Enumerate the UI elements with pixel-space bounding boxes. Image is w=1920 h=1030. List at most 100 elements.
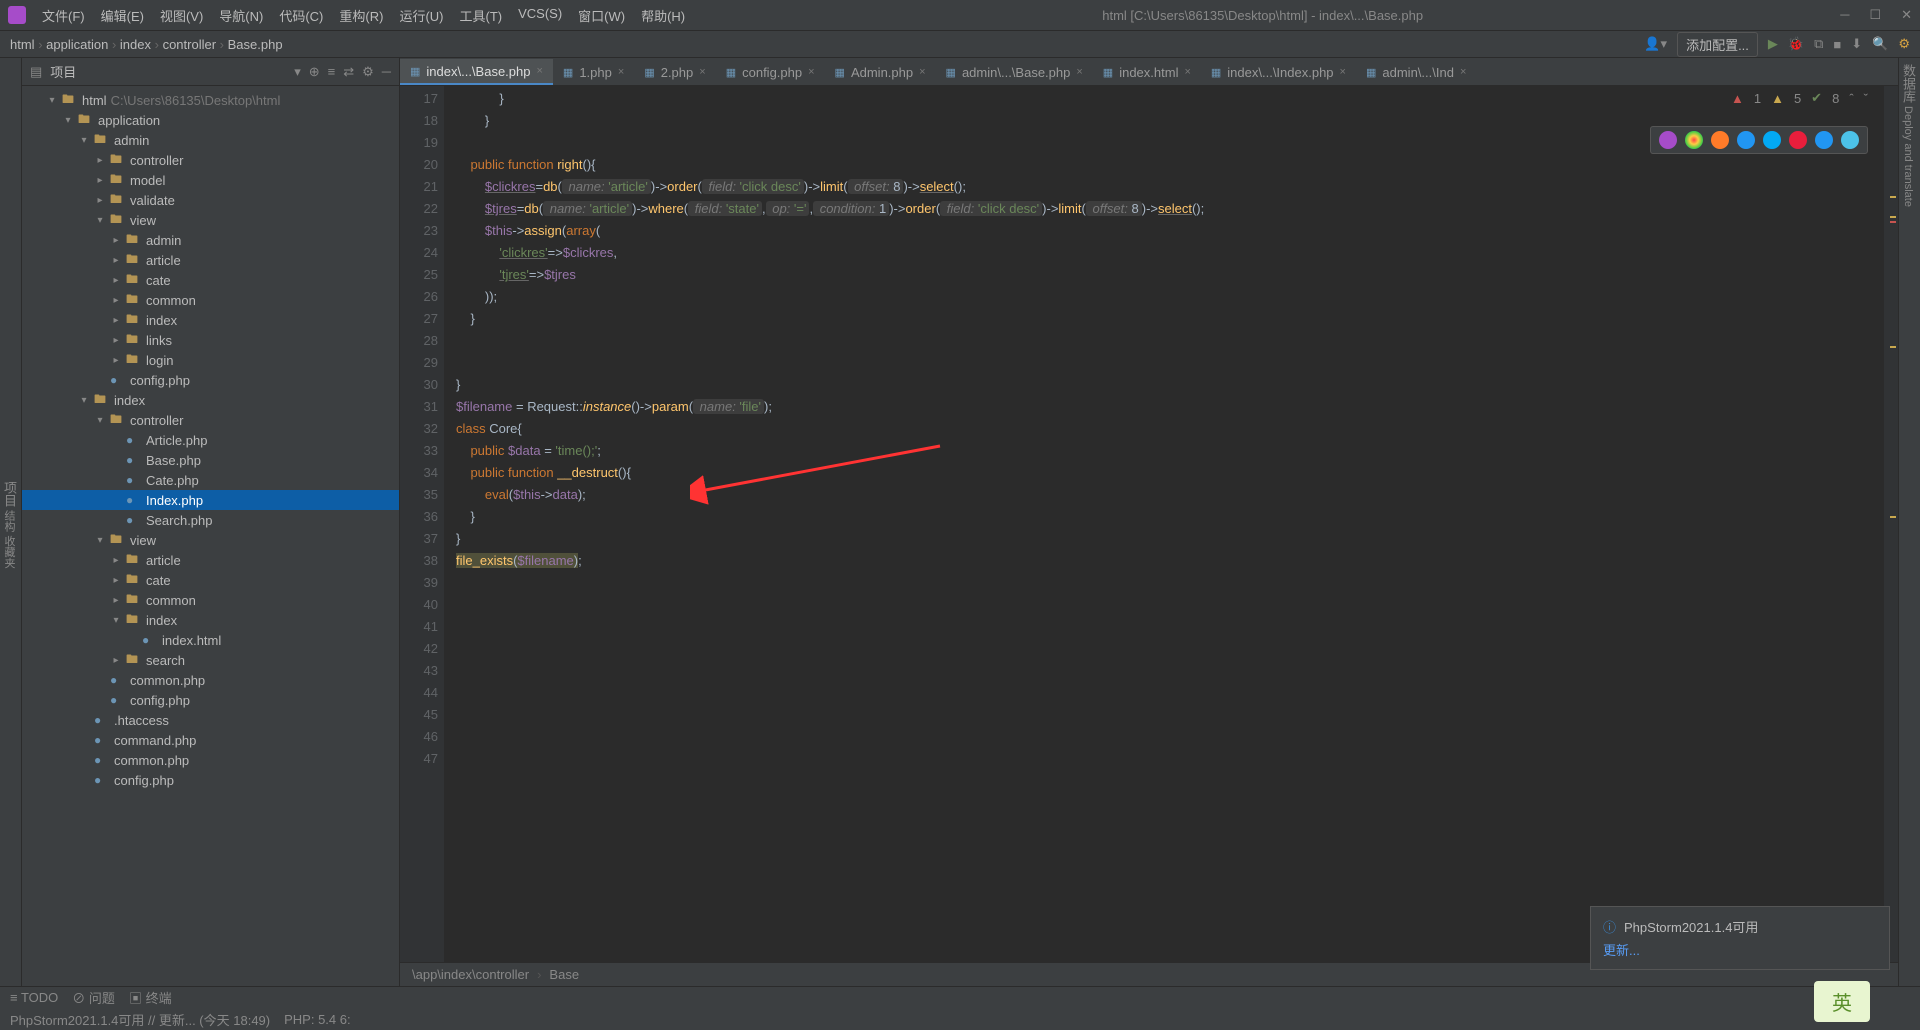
error-stripe[interactable] bbox=[1884, 86, 1898, 962]
menu-item[interactable]: 代码(C) bbox=[279, 6, 323, 25]
tree-node[interactable]: ●Base.php bbox=[22, 450, 399, 470]
chevron-icon[interactable]: ▾ bbox=[46, 95, 58, 106]
debug-icon[interactable]: 🐞 bbox=[1788, 36, 1804, 52]
settings-icon[interactable]: ⚙ bbox=[362, 64, 374, 80]
tab-close-icon[interactable]: × bbox=[618, 66, 624, 78]
tree-node[interactable]: ●.htaccess bbox=[22, 710, 399, 730]
chevron-icon[interactable]: ▸ bbox=[110, 655, 122, 666]
chevron-icon[interactable]: ▸ bbox=[94, 195, 106, 206]
tab-close-icon[interactable]: × bbox=[699, 66, 705, 78]
menu-item[interactable]: 文件(F) bbox=[42, 6, 85, 25]
tree-node[interactable]: ▸🖿search bbox=[22, 650, 399, 670]
user-icon[interactable]: 👤▾ bbox=[1644, 36, 1667, 52]
chevron-icon[interactable]: ▾ bbox=[62, 115, 74, 126]
ime-indicator[interactable]: 英 bbox=[1814, 981, 1870, 1022]
chevron-icon[interactable]: ▸ bbox=[110, 335, 122, 346]
hide-icon[interactable]: ─ bbox=[382, 64, 391, 79]
tree-node[interactable]: ▸🖿index bbox=[22, 310, 399, 330]
tree-node[interactable]: ▸🖿cate bbox=[22, 570, 399, 590]
add-config-button[interactable]: 添加配置... bbox=[1677, 32, 1758, 57]
tree-node[interactable]: ▸🖿common bbox=[22, 290, 399, 310]
tree-node[interactable]: ●command.php bbox=[22, 730, 399, 750]
run-icon[interactable]: ▶ bbox=[1768, 36, 1778, 52]
git-icon[interactable]: ⬇ bbox=[1851, 36, 1862, 52]
chevron-icon[interactable]: ▸ bbox=[110, 555, 122, 566]
breadcrumb-item[interactable]: controller bbox=[163, 37, 216, 52]
close-icon[interactable]: ✕ bbox=[1901, 7, 1912, 23]
editor-tab[interactable]: ▦admin\...\Base.php× bbox=[936, 59, 1093, 85]
tree-node[interactable]: ●index.html bbox=[22, 630, 399, 650]
tab-close-icon[interactable]: × bbox=[1184, 66, 1190, 78]
right-tool-stripe[interactable]: 数据库 Deploy and translate bbox=[1898, 58, 1920, 986]
edge-legacy-icon[interactable] bbox=[1763, 131, 1781, 149]
chrome-icon[interactable] bbox=[1685, 131, 1703, 149]
chevron-icon[interactable]: ▸ bbox=[110, 255, 122, 266]
chevron-icon[interactable]: ▸ bbox=[94, 155, 106, 166]
problems-button[interactable]: ⊘ 问题 bbox=[72, 988, 115, 1007]
chevron-icon[interactable]: ▸ bbox=[110, 275, 122, 286]
tree-node[interactable]: ▸🖿validate bbox=[22, 190, 399, 210]
menu-item[interactable]: 编辑(E) bbox=[101, 6, 144, 25]
inspection-widget[interactable]: ▲1 ▲5 ✔8 ˆˇ bbox=[1731, 90, 1868, 106]
breadcrumb-item[interactable]: index bbox=[120, 37, 151, 52]
tree-node[interactable]: ●config.php bbox=[22, 690, 399, 710]
firefox-icon[interactable] bbox=[1711, 131, 1729, 149]
coverage-icon[interactable]: ⧉ bbox=[1814, 36, 1823, 52]
chevron-icon[interactable]: ▸ bbox=[110, 315, 122, 326]
tree-node[interactable]: ▸🖿article bbox=[22, 550, 399, 570]
tree-node[interactable]: ▾🖿admin bbox=[22, 130, 399, 150]
editor-tab[interactable]: ▦1.php× bbox=[553, 59, 634, 85]
settings-icon[interactable]: ⚙ bbox=[1898, 36, 1910, 52]
tree-node[interactable]: ●common.php bbox=[22, 750, 399, 770]
crumb-namespace[interactable]: \app\index\controller bbox=[412, 967, 529, 982]
tab-close-icon[interactable]: × bbox=[536, 65, 542, 77]
tree-node[interactable]: ▸🖿controller bbox=[22, 150, 399, 170]
chevron-icon[interactable]: ▾ bbox=[78, 395, 90, 406]
tab-close-icon[interactable]: × bbox=[1340, 66, 1346, 78]
chevron-icon[interactable]: ▸ bbox=[110, 355, 122, 366]
chevron-icon[interactable]: ▸ bbox=[110, 575, 122, 586]
tree-node[interactable]: ▸🖿article bbox=[22, 250, 399, 270]
update-link[interactable]: 更新... bbox=[1603, 940, 1877, 959]
tree-node[interactable]: ▸🖿cate bbox=[22, 270, 399, 290]
tree-node[interactable]: ●Search.php bbox=[22, 510, 399, 530]
editor-tab[interactable]: ▦index\...\Base.php× bbox=[400, 59, 553, 85]
chevron-icon[interactable]: ▾ bbox=[78, 135, 90, 146]
search-icon[interactable]: 🔍 bbox=[1872, 36, 1888, 52]
menu-item[interactable]: 工具(T) bbox=[459, 6, 502, 25]
opera-icon[interactable] bbox=[1789, 131, 1807, 149]
editor-tab[interactable]: ▦config.php× bbox=[716, 59, 825, 85]
breadcrumb-item[interactable]: application bbox=[46, 37, 108, 52]
tree-node[interactable]: ▸🖿login bbox=[22, 350, 399, 370]
todo-button[interactable]: ≡ TODO bbox=[10, 990, 58, 1005]
tab-close-icon[interactable]: × bbox=[1460, 66, 1466, 78]
tree-node[interactable]: ●Article.php bbox=[22, 430, 399, 450]
left-tool-stripe[interactable]: 项目 结构 收藏夹 bbox=[0, 58, 22, 986]
minimize-icon[interactable]: ─ bbox=[1840, 7, 1849, 23]
chevron-icon[interactable]: ▾ bbox=[110, 615, 122, 626]
tab-close-icon[interactable]: × bbox=[808, 66, 814, 78]
tree-node[interactable]: ▾🖿index bbox=[22, 610, 399, 630]
menu-item[interactable]: 重构(R) bbox=[339, 6, 383, 25]
editor-tab[interactable]: ▦index\...\Index.php× bbox=[1201, 59, 1356, 85]
tree-node[interactable]: ●Index.php bbox=[22, 490, 399, 510]
breadcrumb[interactable]: html › application › index › controller … bbox=[10, 37, 283, 52]
tree-node[interactable]: ▾🖿controller bbox=[22, 410, 399, 430]
chevron-icon[interactable]: ▾ bbox=[94, 215, 106, 226]
phpstorm-icon[interactable] bbox=[1659, 131, 1677, 149]
edge-icon[interactable] bbox=[1841, 131, 1859, 149]
up-icon[interactable]: ˆ bbox=[1849, 91, 1853, 106]
menu-item[interactable]: 视图(V) bbox=[160, 6, 203, 25]
maximize-icon[interactable]: ☐ bbox=[1869, 7, 1881, 23]
editor-tab[interactable]: ▦2.php× bbox=[634, 59, 715, 85]
project-dropdown-icon[interactable]: ▾ bbox=[294, 64, 301, 80]
chevron-icon[interactable]: ▸ bbox=[110, 595, 122, 606]
tree-node[interactable]: ▾🖿view bbox=[22, 210, 399, 230]
tree-node[interactable]: ▸🖿model bbox=[22, 170, 399, 190]
tree-node[interactable]: ▸🖿common bbox=[22, 590, 399, 610]
menu-item[interactable]: VCS(S) bbox=[518, 6, 562, 25]
tree-node[interactable]: ▾🖿application bbox=[22, 110, 399, 130]
tree-node[interactable]: ▸🖿admin bbox=[22, 230, 399, 250]
tab-close-icon[interactable]: × bbox=[1076, 66, 1082, 78]
tab-close-icon[interactable]: × bbox=[919, 66, 925, 78]
